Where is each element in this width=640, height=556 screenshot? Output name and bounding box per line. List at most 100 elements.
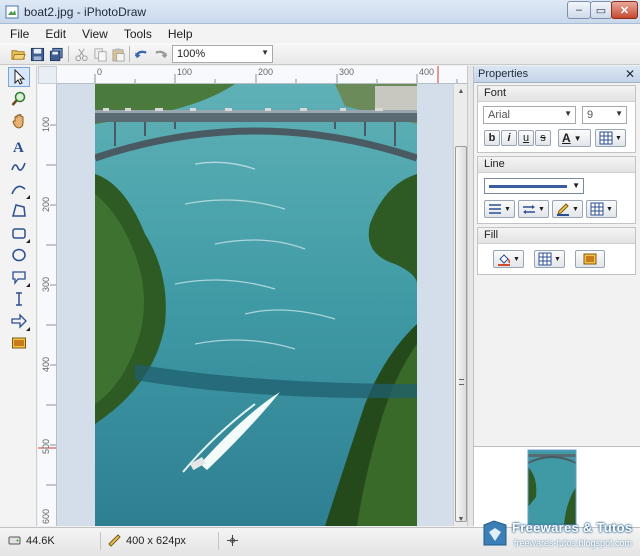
line-style-select[interactable]: ▼ bbox=[484, 178, 584, 194]
line-pattern-button[interactable]: ▼ bbox=[586, 200, 617, 218]
zoom-tool[interactable] bbox=[8, 89, 30, 109]
save-icon[interactable] bbox=[29, 46, 45, 62]
fill-section-header[interactable]: Fill bbox=[478, 228, 635, 244]
font-size-select[interactable]: 9 ▼ bbox=[582, 106, 627, 124]
curve-icon bbox=[11, 185, 26, 195]
undo-icon[interactable] bbox=[133, 46, 149, 62]
properties-panel: Properties ✕ Font Arial ▼ 9 ▼ b i u s A ▼ ▼… bbox=[473, 66, 640, 527]
dimension-tool[interactable] bbox=[8, 289, 30, 309]
cut-icon[interactable] bbox=[73, 46, 89, 62]
italic-button[interactable]: i bbox=[501, 130, 517, 146]
callout-icon bbox=[12, 271, 26, 285]
image-icon bbox=[12, 337, 26, 349]
bold-button[interactable]: b bbox=[484, 130, 500, 146]
close-button[interactable]: ✕ bbox=[611, 1, 638, 19]
scroll-up-icon[interactable]: ▲ bbox=[455, 84, 467, 98]
fill-image-button[interactable] bbox=[575, 250, 605, 268]
disk-icon bbox=[8, 536, 21, 545]
grid-icon bbox=[590, 202, 604, 216]
text-tool[interactable]: A bbox=[8, 136, 30, 156]
fill-pattern-button[interactable]: ▼ bbox=[534, 250, 565, 268]
crosshair-icon bbox=[227, 535, 238, 546]
navigator-preview[interactable] bbox=[474, 446, 640, 527]
horizontal-ruler: 0 100 200 300 400 bbox=[57, 66, 467, 84]
line-color-button[interactable]: ▼ bbox=[552, 200, 583, 218]
chevron-down-icon: ▼ bbox=[261, 48, 269, 57]
file-size-status: 44.6K bbox=[8, 534, 55, 547]
vertical-ruler: 100 200 300 400 500 600 bbox=[38, 84, 57, 526]
menu-help[interactable]: Help bbox=[168, 27, 193, 41]
properties-header: Properties ✕ bbox=[474, 66, 640, 83]
rectangle-tool[interactable] bbox=[8, 223, 30, 243]
svg-text:A: A bbox=[13, 140, 24, 154]
menu-file[interactable]: File bbox=[10, 27, 29, 41]
toolbar-separator bbox=[68, 46, 69, 62]
pan-tool[interactable] bbox=[8, 111, 30, 131]
chevron-down-icon: ▼ bbox=[572, 181, 580, 190]
maximize-button[interactable]: ▭ bbox=[590, 1, 612, 19]
line-section: Line ▼ ▼ ▼ ▼ ▼ bbox=[477, 156, 636, 224]
ellipse-tool[interactable] bbox=[8, 245, 30, 265]
watermark-logo: Freewares & Tutos freewares-tutos.blogsp… bbox=[478, 517, 640, 553]
fill-color-button[interactable]: ▼ bbox=[493, 250, 524, 268]
menu-edit[interactable]: Edit bbox=[45, 27, 66, 41]
chevron-down-icon: ▼ bbox=[615, 109, 623, 118]
font-section: Font Arial ▼ 9 ▼ b i u s A ▼ ▼ bbox=[477, 85, 636, 153]
strikethrough-button[interactable]: s bbox=[535, 130, 551, 146]
line-section-header[interactable]: Line bbox=[478, 157, 635, 173]
ruler-icon bbox=[108, 534, 121, 547]
paste-icon[interactable] bbox=[110, 46, 126, 62]
grid-icon bbox=[599, 131, 613, 145]
fill-section: Fill ▼ ▼ bbox=[477, 227, 636, 275]
font-color-button[interactable]: A ▼ bbox=[558, 129, 591, 147]
magnifier-icon bbox=[11, 91, 26, 106]
freehand-icon bbox=[11, 162, 26, 171]
river-boat-photo bbox=[95, 84, 417, 526]
window-title: boat2.jpg - iPhotoDraw bbox=[24, 5, 147, 19]
menu-tools[interactable]: Tools bbox=[124, 27, 152, 41]
minimize-button[interactable]: – bbox=[567, 1, 591, 19]
callout-tool[interactable] bbox=[8, 267, 30, 287]
close-panel-icon[interactable]: ✕ bbox=[625, 67, 635, 81]
line-width-button[interactable]: ▼ bbox=[484, 200, 515, 218]
text-border-button[interactable]: ▼ bbox=[595, 129, 626, 147]
ellipse-icon bbox=[12, 248, 26, 262]
font-family-select[interactable]: Arial ▼ bbox=[483, 106, 576, 124]
grid-icon bbox=[538, 252, 552, 266]
title-bar: boat2.jpg - iPhotoDraw – ▭ ✕ bbox=[0, 0, 640, 24]
line-ends-icon bbox=[523, 205, 535, 214]
copy-icon[interactable] bbox=[92, 46, 108, 62]
redo-icon[interactable] bbox=[152, 46, 168, 62]
vertical-scrollbar[interactable]: ▲ ▼ bbox=[453, 84, 467, 526]
freehand-tool[interactable] bbox=[8, 157, 30, 177]
paint-bucket-icon bbox=[498, 254, 511, 266]
zoom-select[interactable]: 100% ▼ bbox=[172, 45, 273, 63]
line-ends-button[interactable]: ▼ bbox=[518, 200, 549, 218]
cursor-position-status bbox=[226, 534, 244, 547]
image-tool[interactable] bbox=[8, 333, 30, 353]
drawing-canvas[interactable] bbox=[57, 84, 453, 526]
pointer-icon bbox=[14, 69, 26, 85]
polygon-icon bbox=[12, 204, 26, 217]
line-width-icon bbox=[489, 204, 501, 214]
font-section-header[interactable]: Font bbox=[478, 86, 635, 102]
underline-button[interactable]: u bbox=[518, 130, 534, 146]
save-all-icon[interactable] bbox=[48, 46, 64, 62]
scrollbar-thumb[interactable] bbox=[455, 146, 467, 522]
toolbar: 100% ▼ bbox=[0, 43, 640, 65]
scroll-down-icon[interactable]: ▼ bbox=[455, 512, 467, 526]
polygon-tool[interactable] bbox=[8, 201, 30, 221]
select-tool[interactable] bbox=[8, 67, 30, 87]
photo-image[interactable] bbox=[95, 84, 417, 526]
arrow-icon bbox=[11, 313, 27, 329]
pencil-icon bbox=[557, 203, 569, 216]
open-icon[interactable] bbox=[10, 46, 26, 62]
chevron-down-icon: ▼ bbox=[564, 109, 572, 118]
toolbar-separator bbox=[129, 46, 130, 62]
curve-tool[interactable] bbox=[8, 179, 30, 199]
menu-view[interactable]: View bbox=[82, 27, 108, 41]
watermark-icon bbox=[483, 520, 507, 546]
menu-bar: File Edit View Tools Help bbox=[0, 24, 640, 43]
arrow-tool[interactable] bbox=[8, 311, 30, 331]
tool-palette: A bbox=[0, 66, 37, 526]
